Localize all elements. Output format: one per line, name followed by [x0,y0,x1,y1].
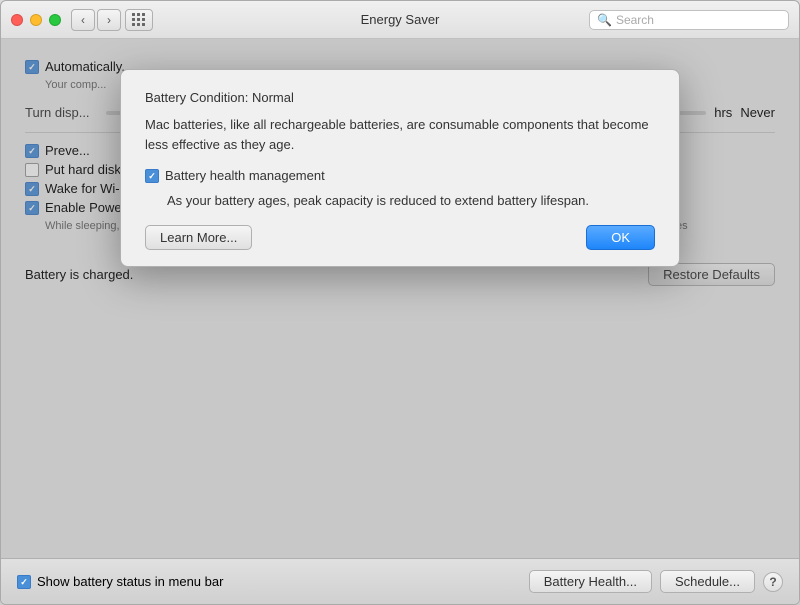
back-button[interactable]: ‹ [71,9,95,31]
show-battery-checkbox[interactable] [17,575,31,589]
grid-icon [132,13,146,27]
modal-overlay: Battery Condition: Normal Mac batteries,… [1,39,799,558]
condition-value: Normal [252,90,294,105]
show-battery-row: Show battery status in menu bar [17,574,521,589]
app-grid-button[interactable] [125,9,153,31]
health-mgmt-label: Battery health management [165,168,325,183]
close-button[interactable] [11,14,23,26]
ok-button[interactable]: OK [586,225,655,250]
learn-more-button[interactable]: Learn More... [145,225,252,250]
forward-icon: › [107,13,111,27]
modal-buttons: Learn More... OK [145,225,655,250]
help-button[interactable]: ? [763,572,783,592]
back-icon: ‹ [81,13,85,27]
search-icon: 🔍 [597,13,612,27]
schedule-button[interactable]: Schedule... [660,570,755,593]
battery-health-button[interactable]: Battery Health... [529,570,652,593]
battery-condition-modal: Battery Condition: Normal Mac batteries,… [120,69,680,267]
health-mgmt-row: Battery health management [145,168,655,183]
forward-button[interactable]: › [97,9,121,31]
content-area: Automatically... Your comp... Turn disp.… [1,39,799,558]
search-bar[interactable]: 🔍 [589,10,789,30]
bottom-buttons: Battery Health... Schedule... ? [529,570,783,593]
search-input[interactable] [616,13,781,27]
titlebar: ‹ › Energy Saver 🔍 [1,1,799,39]
show-battery-checkbox-label[interactable]: Show battery status in menu bar [17,574,223,589]
battery-condition-row: Battery Condition: Normal [145,90,655,105]
maximize-button[interactable] [49,14,61,26]
traffic-lights [11,14,61,26]
bottombar: Show battery status in menu bar Battery … [1,558,799,604]
modal-description: Mac batteries, like all rechargeable bat… [145,115,655,154]
nav-buttons: ‹ › [71,9,121,31]
main-window: ‹ › Energy Saver 🔍 Automatic [0,0,800,605]
health-mgmt-checkbox[interactable] [145,169,159,183]
health-mgmt-desc: As your battery ages, peak capacity is r… [167,191,655,211]
window-title: Energy Saver [361,12,440,27]
condition-label: Battery Condition: [145,90,248,105]
show-battery-label: Show battery status in menu bar [37,574,223,589]
minimize-button[interactable] [30,14,42,26]
